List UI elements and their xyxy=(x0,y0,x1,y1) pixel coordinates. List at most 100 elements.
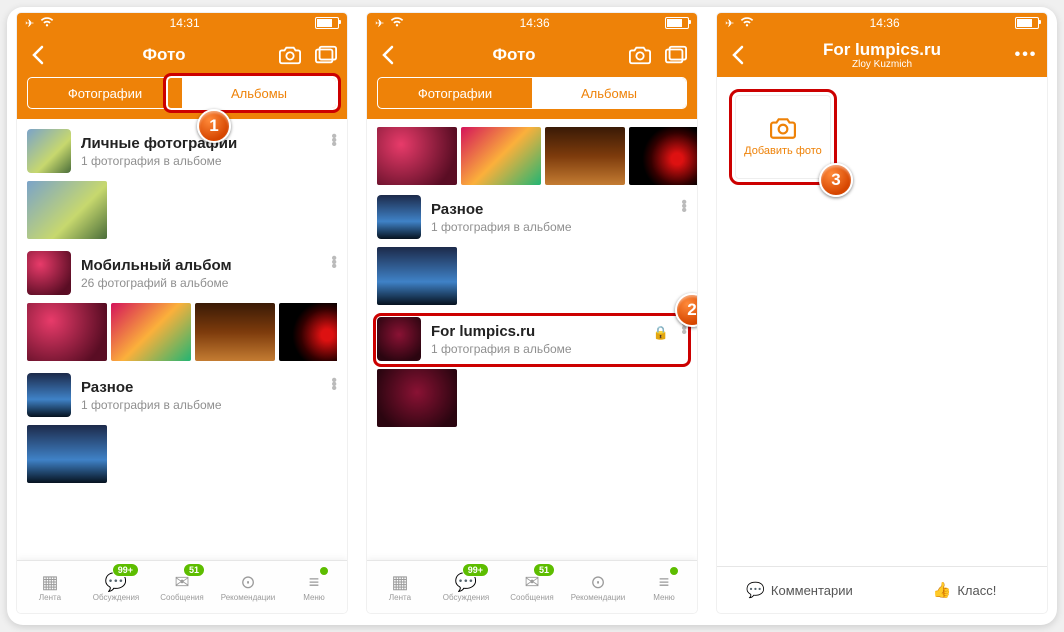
tab-menu[interactable]: ≡Меню xyxy=(281,561,347,613)
status-time: 14:36 xyxy=(870,16,900,30)
preview-thumb xyxy=(27,181,107,239)
album-thumb xyxy=(27,129,71,173)
album-list: Личные фотографии 1 фотография в альбоме… xyxy=(17,119,347,560)
battery-icon xyxy=(315,17,339,29)
kebab-icon[interactable]: ••• xyxy=(331,257,337,269)
airplane-mode-icon xyxy=(375,16,384,30)
album-item[interactable]: Мобильный альбом 26 фотографий в альбоме… xyxy=(17,241,347,363)
album-title: Мобильный альбом xyxy=(81,257,232,274)
page-title: For lumpics.ru Zloy Kuzmich xyxy=(749,40,1015,70)
gallery-icon[interactable] xyxy=(665,44,687,66)
album-item[interactable]: Разное 1 фотография в альбоме ••• xyxy=(367,185,697,307)
tab-feed[interactable]: ▦Лента xyxy=(17,561,83,613)
airplane-mode-icon xyxy=(25,16,34,30)
album-subtitle: 1 фотография в альбоме xyxy=(431,342,572,356)
tab-messages[interactable]: ✉51Сообщения xyxy=(499,561,565,613)
album-thumb xyxy=(27,373,71,417)
back-icon[interactable] xyxy=(727,44,749,66)
preview-thumb xyxy=(111,303,191,361)
album-subtitle: 26 фотографий в альбоме xyxy=(81,276,232,290)
page-subtitle: Zloy Kuzmich xyxy=(749,59,1015,70)
album-item[interactable]: Личные фотографии 1 фотография в альбоме… xyxy=(17,119,347,241)
nav-bar: Фото xyxy=(367,33,697,77)
bottom-tab-bar: ▦Лента 💬99+Обсуждения ✉51Сообщения ⊙Реко… xyxy=(17,560,347,613)
add-photo-label: Добавить фото xyxy=(744,145,822,157)
status-time: 14:31 xyxy=(170,16,200,30)
tutorial-frame: 14:31 Фото Фотографии Альбомы 1 xyxy=(7,7,1057,625)
page-title: Фото xyxy=(399,45,629,65)
status-bar: 14:36 xyxy=(717,13,1047,33)
album-item-lumpics[interactable]: For lumpics.ru 1 фотография в альбоме 🔒 … xyxy=(367,307,697,429)
preview-thumb xyxy=(461,127,541,185)
camera-icon[interactable] xyxy=(279,44,301,66)
klass-button[interactable]: 👍 Класс! xyxy=(882,567,1047,613)
back-icon[interactable] xyxy=(377,44,399,66)
page-title: Фото xyxy=(49,45,279,65)
tab-discussions[interactable]: 💬99+Обсуждения xyxy=(83,561,149,613)
album-item[interactable]: Разное 1 фотография в альбоме ••• xyxy=(17,363,347,485)
action-bar: 💬 Комментарии 👍 Класс! xyxy=(717,566,1047,613)
segmented-tabs: Фотографии Альбомы xyxy=(367,77,697,119)
gallery-icon[interactable] xyxy=(315,44,337,66)
more-icon[interactable]: ••• xyxy=(1015,44,1037,66)
notification-dot-icon xyxy=(319,566,329,576)
phone-screen-1: 14:31 Фото Фотографии Альбомы 1 xyxy=(17,13,347,613)
preview-thumb xyxy=(195,303,275,361)
tab-albums[interactable]: Альбомы xyxy=(182,78,336,108)
tab-recommend[interactable]: ⊙Рекомендации xyxy=(565,561,631,613)
status-time: 14:36 xyxy=(520,16,550,30)
wifi-icon xyxy=(390,16,404,30)
kebab-icon[interactable]: ••• xyxy=(331,135,337,147)
step-marker-1: 1 xyxy=(197,109,231,143)
tab-messages[interactable]: ✉51Сообщения xyxy=(149,561,215,613)
preview-thumb xyxy=(377,369,457,427)
preview-thumb xyxy=(27,303,107,361)
airplane-mode-icon xyxy=(725,16,734,30)
album-subtitle: 1 фотография в альбоме xyxy=(431,220,572,234)
preview-thumb xyxy=(27,425,107,483)
add-photo-button[interactable]: Добавить фото xyxy=(735,95,831,179)
status-bar: 14:36 xyxy=(367,13,697,33)
tab-menu[interactable]: ≡Меню xyxy=(631,561,697,613)
tab-feed[interactable]: ▦Лента xyxy=(367,561,433,613)
preview-thumb xyxy=(377,127,457,185)
battery-icon xyxy=(665,17,689,29)
wifi-icon xyxy=(740,16,754,30)
album-title: Разное xyxy=(81,379,222,396)
nav-bar: For lumpics.ru Zloy Kuzmich ••• xyxy=(717,33,1047,77)
step-marker-3: 3 xyxy=(819,163,853,197)
preview-thumb xyxy=(545,127,625,185)
tab-photos[interactable]: Фотографии xyxy=(378,78,532,108)
battery-icon xyxy=(1015,17,1039,29)
lock-icon: 🔒 xyxy=(653,325,669,341)
album-content: Добавить фото 3 xyxy=(717,77,1047,566)
phone-screen-2: 14:36 Фото Фотографии Альбомы xyxy=(367,13,697,613)
album-subtitle: 1 фотография в альбоме xyxy=(81,398,222,412)
preview-thumb xyxy=(279,303,337,361)
segmented-tabs: Фотографии Альбомы 1 xyxy=(17,77,347,119)
kebab-icon[interactable]: ••• xyxy=(331,379,337,391)
album-thumb xyxy=(377,195,421,239)
status-bar: 14:31 xyxy=(17,13,347,33)
preview-thumb xyxy=(629,127,697,185)
comment-icon: 💬 xyxy=(746,581,765,599)
like-icon: 👍 xyxy=(933,581,952,599)
bottom-tab-bar: ▦Лента 💬99+Обсуждения ✉51Сообщения ⊙Реко… xyxy=(367,560,697,613)
tab-discussions[interactable]: 💬99+Обсуждения xyxy=(433,561,499,613)
preview-thumb xyxy=(377,247,457,305)
camera-icon[interactable] xyxy=(629,44,651,66)
tab-recommend[interactable]: ⊙Рекомендации xyxy=(215,561,281,613)
nav-bar: Фото xyxy=(17,33,347,77)
album-thumb xyxy=(377,317,421,361)
phone-screen-3: 14:36 For lumpics.ru Zloy Kuzmich ••• До… xyxy=(717,13,1047,613)
wifi-icon xyxy=(40,16,54,30)
album-title: For lumpics.ru xyxy=(431,323,572,340)
album-title: Разное xyxy=(431,201,572,218)
notification-dot-icon xyxy=(669,566,679,576)
tab-albums[interactable]: Альбомы xyxy=(532,78,686,108)
back-icon[interactable] xyxy=(27,44,49,66)
kebab-icon[interactable]: ••• xyxy=(681,201,687,213)
album-list: Разное 1 фотография в альбоме ••• For lu… xyxy=(367,119,697,560)
tab-photos[interactable]: Фотографии xyxy=(28,78,182,108)
comments-button[interactable]: 💬 Комментарии xyxy=(717,567,882,613)
